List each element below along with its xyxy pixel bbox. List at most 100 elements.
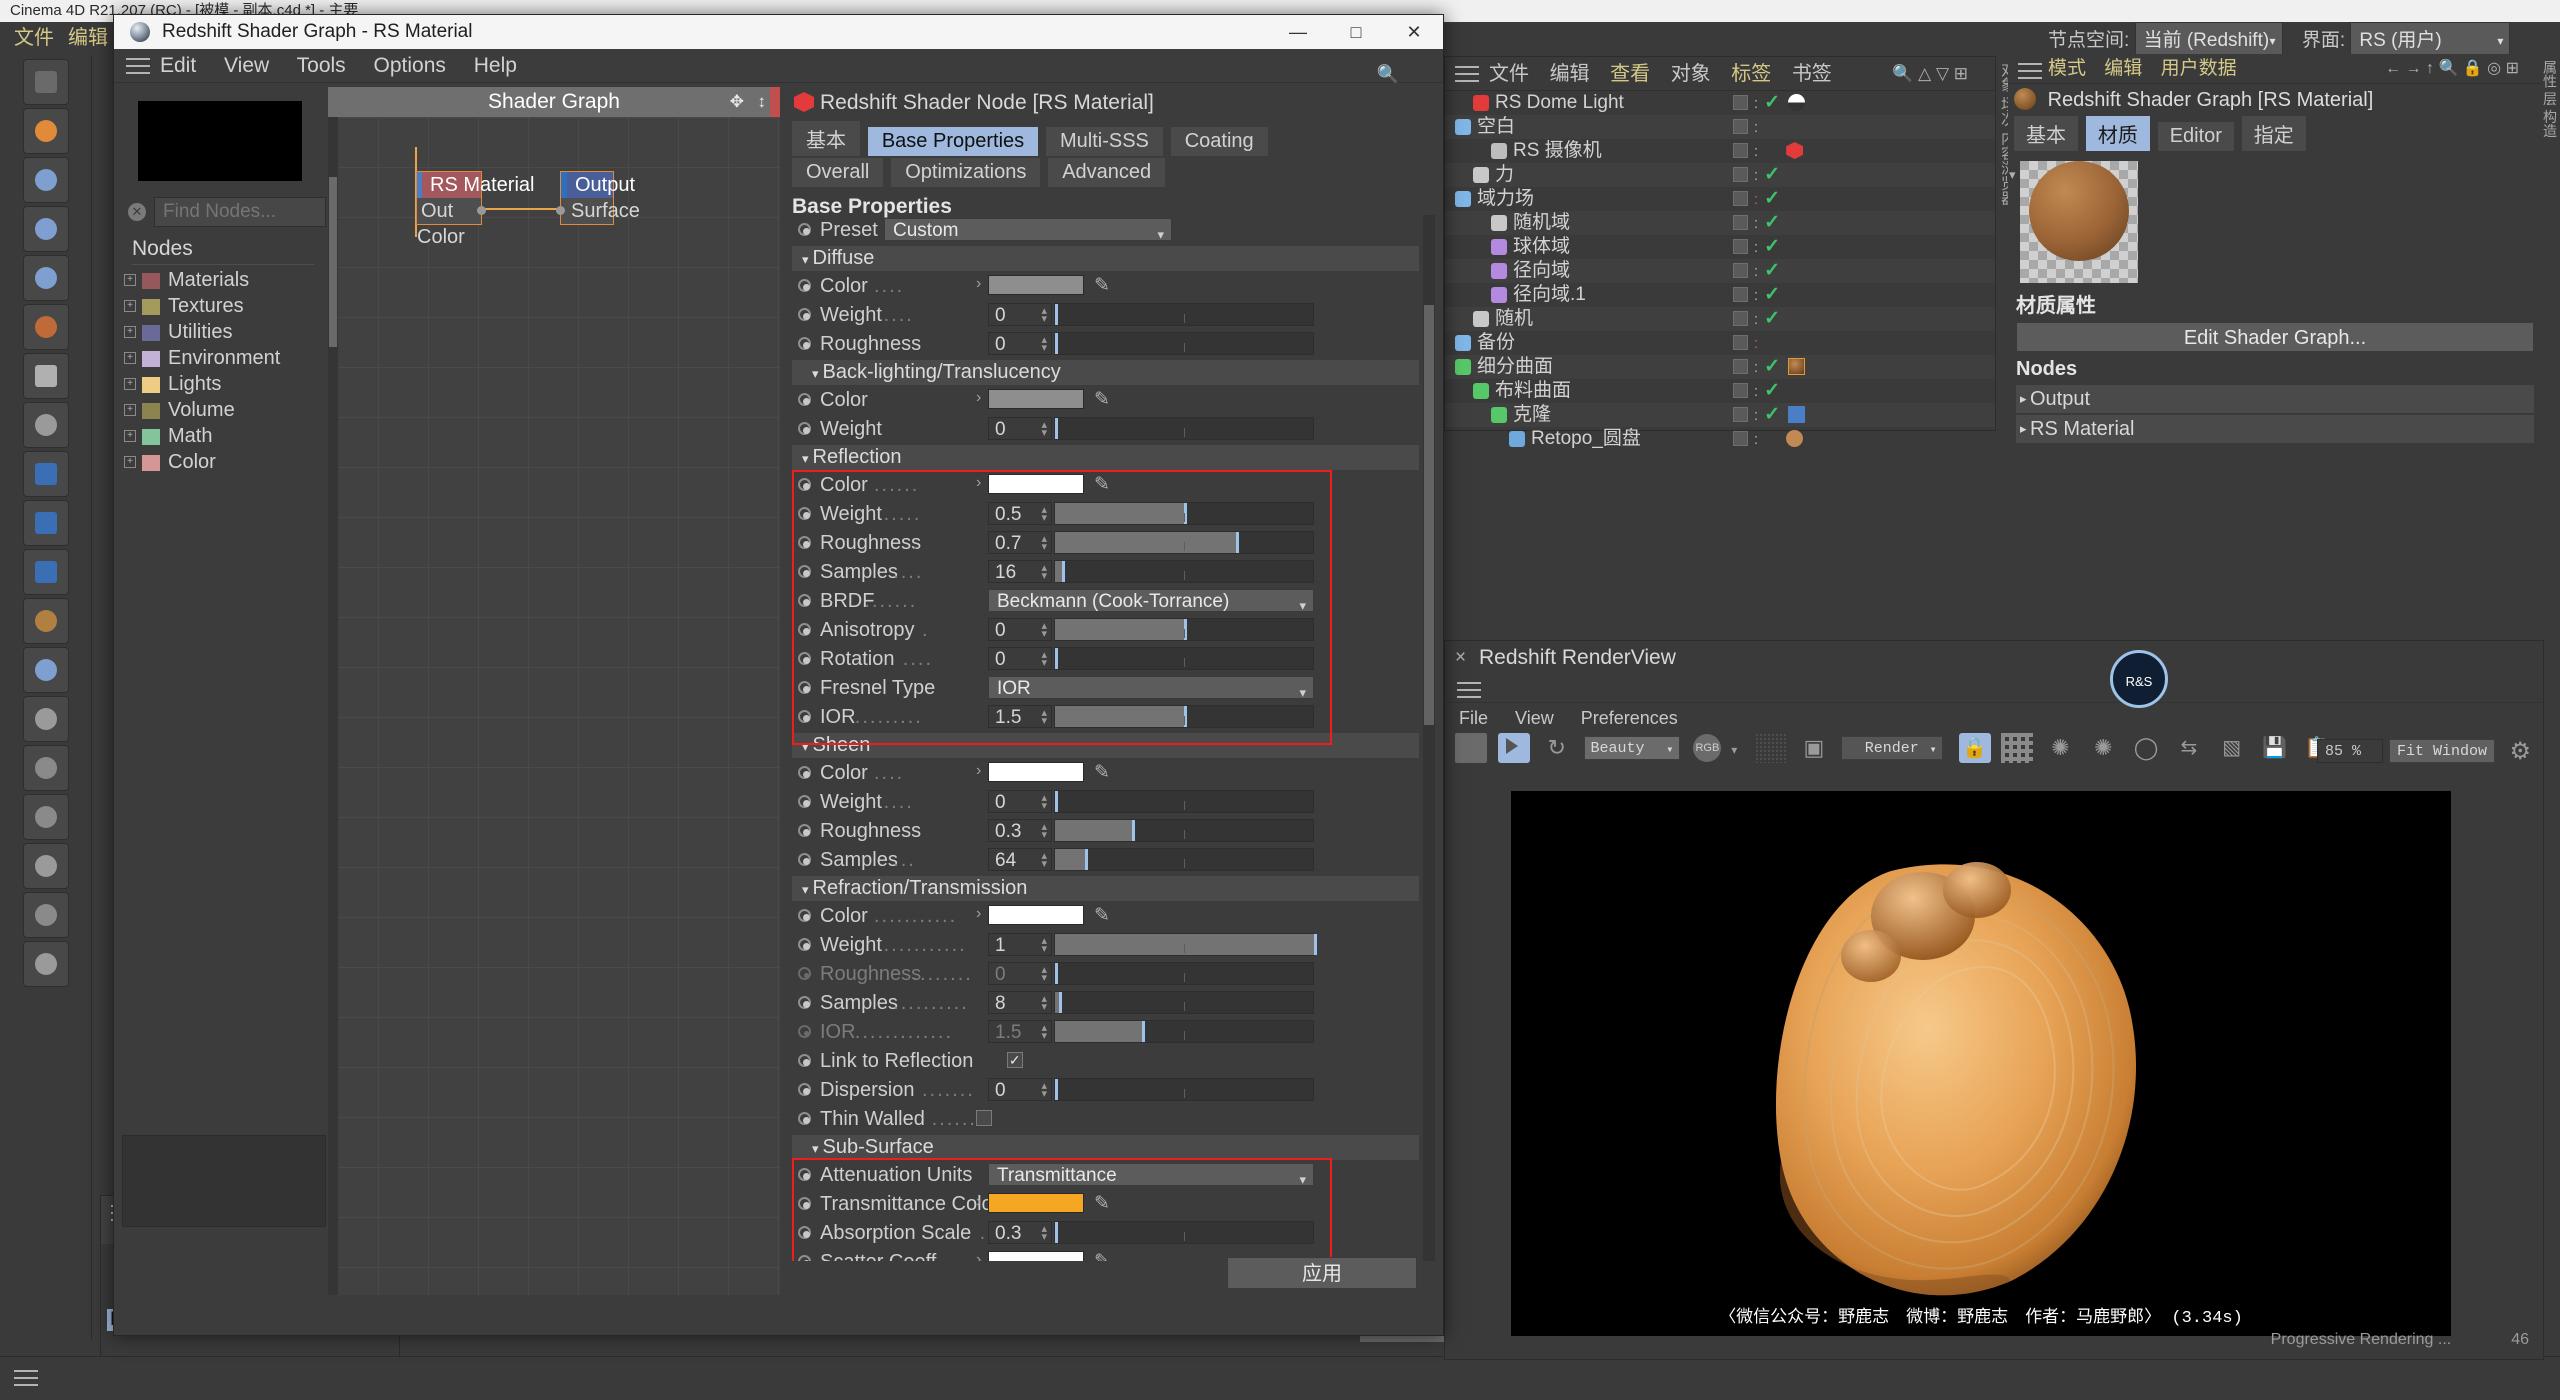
scrollbar-thumb[interactable] [329,177,337,347]
expand-icon[interactable]: + [124,352,136,364]
param-radio-icon[interactable] [798,909,811,922]
object-row[interactable]: 径向域: ✓ [1445,259,1995,283]
zoom-level-field[interactable]: 85 % [2317,739,2383,763]
param-radio-icon[interactable] [798,422,811,435]
nodes-tree[interactable]: + Materials + Textures + Utilities + Environmen… [118,267,322,475]
tool-move-icon[interactable] [22,157,69,203]
row-diffuse-weight[interactable]: Weight.... 0 ▴ ▾ [792,300,1419,329]
snapshot-compare-icon[interactable]: ✺ [2087,733,2119,763]
rv-menu-preferences[interactable]: Preferences [1581,708,1678,728]
slider-knob[interactable] [1055,418,1058,439]
circle-icon[interactable]: ◯ [2130,733,2162,763]
slider-knob[interactable] [1055,1079,1058,1100]
row-sheen-samples[interactable]: Samples... 64 ▴ ▾ [792,845,1419,874]
object-row[interactable]: 细分曲面: ✓ [1445,355,1995,379]
close-tab-marker[interactable] [770,87,780,117]
close-button[interactable]: ✕ [1385,15,1443,49]
visibility-checkbox[interactable] [1733,263,1748,278]
visibility-checkbox[interactable] [1733,143,1748,158]
dropdown-select[interactable]: IOR ▾ [988,676,1314,700]
number-field[interactable]: 0 ▴ ▾ [988,647,1052,670]
visibility-checkbox[interactable] [1733,407,1748,422]
ptab-base-properties[interactable]: Base Properties [867,127,1039,156]
stepper-icon[interactable]: ▴ ▾ [1041,534,1047,553]
param-radio-icon[interactable] [798,393,811,406]
param-radio-icon[interactable] [798,308,811,321]
fit-icon[interactable]: ↕ [758,87,767,117]
objmgr-menu-file[interactable]: 文件 [1489,63,1529,85]
number-field[interactable]: 0.3 ▴ ▾ [988,1221,1052,1244]
gear-icon[interactable]: ⚙ [2509,737,2531,766]
param-radio-icon[interactable] [798,1168,811,1181]
attribute-tabs[interactable]: 基本 材质 Editor 指定 [2008,112,2542,151]
enabled-check-icon[interactable]: ✓ [1764,404,1780,425]
row-refraction-transmission-link-to-reflection[interactable]: Link to Reflection ✓ [792,1046,1419,1075]
objmgr-menu-view[interactable]: 查看 [1610,63,1650,85]
objmgr-menu-edit[interactable]: 编辑 [1550,63,1590,85]
side-tab-attributes[interactable]: 属性 [2542,60,2558,88]
enabled-check-icon[interactable]: ✓ [1764,92,1780,113]
node-category-environment[interactable]: + Environment [118,345,322,371]
ptab-overall[interactable]: Overall [792,158,884,187]
enabled-check-icon[interactable]: ✓ [1764,308,1780,329]
node-properties-tabs-row2[interactable]: Overall Optimizations Advanced [786,158,1437,187]
tool-simulate-icon[interactable] [22,745,69,791]
slider-knob[interactable] [1314,934,1317,955]
number-field[interactable]: 0 ▴ ▾ [988,303,1052,326]
slider-track[interactable] [1054,332,1314,355]
slider-track[interactable] [1054,819,1314,842]
param-radio-icon[interactable] [798,536,811,549]
dropdown-select[interactable]: Transmittance ▾ [988,1163,1314,1187]
eyedropper-icon[interactable]: ✎ [1094,473,1114,495]
number-field[interactable]: 0.7 ▴ ▾ [988,531,1052,554]
group-header-back-lighting-translucency[interactable]: ▾ Back-lighting/Translucency [792,360,1419,385]
param-radio-icon[interactable] [798,1226,811,1239]
node-category-materials[interactable]: + Materials [118,267,322,293]
tool-deform-icon[interactable] [22,598,69,644]
edit-shader-graph-button[interactable]: Edit Shader Graph... [2016,322,2534,352]
visibility-checkbox[interactable] [1733,95,1748,110]
color-swatch[interactable] [988,1251,1084,1261]
visibility-checkbox[interactable] [1733,167,1748,182]
param-radio-icon[interactable] [798,652,811,665]
tool-undo-icon[interactable] [22,59,69,105]
expand-arrow-icon[interactable]: › [976,1193,981,1211]
preset-select[interactable]: Custom ▾ [884,218,1172,242]
row-back-lighting-translucency-color[interactable]: Color › ✎ [792,385,1419,414]
row-refraction-transmission-samples[interactable]: Samples.......... 8 ▴ ▾ [792,988,1419,1017]
row-refraction-transmission-ior[interactable]: IOR............. 1.5 ▴ ▾ [792,1017,1419,1046]
close-icon[interactable]: × [1455,641,1466,675]
number-field[interactable]: 1.5 ▴ ▾ [988,1020,1052,1043]
attr-tab-material[interactable]: 材质 [2085,116,2150,151]
row-refraction-transmission-dispersion[interactable]: Dispersion....... 0 ▴ ▾ [792,1075,1419,1104]
sg-menu-tools[interactable]: Tools [297,54,346,77]
material-preview-large[interactable] [2020,161,2138,283]
shader-graph-hamburger-icon[interactable] [126,58,150,74]
param-radio-icon[interactable] [798,681,811,694]
node-category-lights[interactable]: + Lights [118,371,322,397]
eyedropper-icon[interactable]: ✎ [1094,1250,1114,1261]
tool-uv-icon[interactable] [22,892,69,938]
color-swatch[interactable] [988,275,1084,295]
visibility-checkbox[interactable] [1733,359,1748,374]
stepper-icon[interactable]: ▴ ▾ [1041,505,1047,524]
enabled-check-icon[interactable]: ✓ [1764,164,1780,185]
node-properties-panel[interactable]: Redshift Shader Node [RS Material] 基本 Ba… [786,87,1437,1295]
rv-menu-view[interactable]: View [1515,708,1554,728]
port-dot-icon[interactable] [477,206,486,215]
slider-track[interactable] [1054,790,1314,813]
param-radio-icon[interactable] [798,1054,811,1067]
tool-redshift-material-icon[interactable] [22,451,69,497]
tool-select-icon[interactable] [22,108,69,154]
object-row[interactable]: 力: ✓ [1445,163,1995,187]
expand-icon[interactable]: + [124,300,136,312]
enabled-check-icon[interactable]: ✓ [1764,260,1780,281]
attribute-menubar[interactable]: 模式 编辑 用户数据 ← → ↑ 🔍 🔒 ◎ ⊞ [2008,54,2542,84]
node-port-out-color[interactable]: Out Color [417,198,486,248]
object-row[interactable]: 域力场: ✓ [1445,187,1995,211]
attr-node-output[interactable]: ▸ Output [2016,385,2534,413]
side-tab-layers[interactable]: 层 [2542,92,2558,106]
number-field[interactable]: 0 ▴ ▾ [988,417,1052,440]
stepper-icon[interactable]: ▴ ▾ [1041,335,1047,354]
stepper-icon[interactable]: ▴ ▾ [1041,936,1047,955]
